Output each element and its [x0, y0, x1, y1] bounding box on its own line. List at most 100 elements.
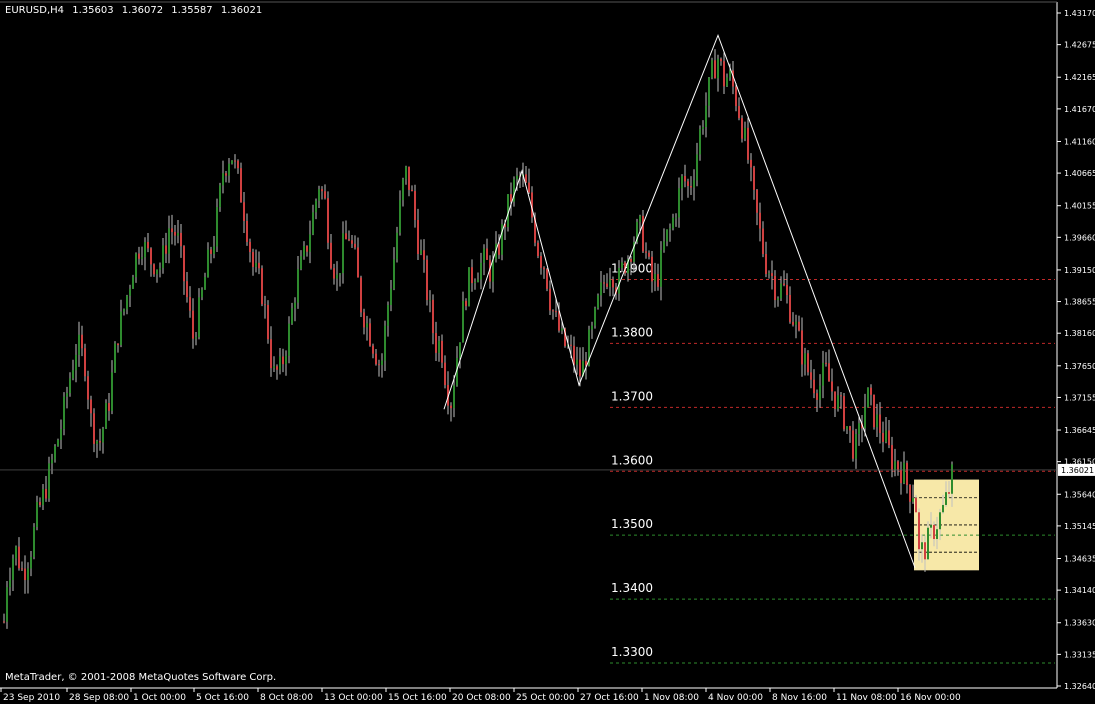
- candle-body: [738, 106, 740, 119]
- symbol-name: EURUSD,H4: [5, 5, 65, 16]
- candle-body: [543, 267, 545, 270]
- candle-body: [858, 423, 860, 435]
- candle-body: [462, 300, 464, 343]
- candle-body: [318, 189, 320, 201]
- price-chart[interactable]: 1.3900 1.3800 1.3700 1.3600 1.3500 1.3400 1.33…: [0, 0, 1095, 704]
- candle-body: [924, 542, 926, 560]
- y-tick-label: 1.37650: [1064, 362, 1095, 371]
- candle-body: [321, 189, 323, 192]
- candle-body: [315, 200, 317, 213]
- candle-body: [390, 288, 392, 306]
- candle-body: [693, 180, 695, 188]
- candle-body: [225, 173, 227, 176]
- x-tick-label: 13 Oct 00:00: [324, 693, 383, 703]
- candle-body: [723, 61, 725, 87]
- candle-body: [150, 248, 152, 265]
- candle-body: [261, 268, 263, 305]
- candle-body: [54, 446, 56, 460]
- candle-body: [51, 459, 53, 464]
- candle-body: [945, 492, 947, 505]
- zigzag-line: [443, 33, 916, 568]
- candle-body: [141, 257, 143, 259]
- candle-body: [474, 281, 476, 284]
- candle-body: [93, 413, 95, 444]
- candle-body: [204, 277, 206, 290]
- candle-body: [27, 568, 29, 581]
- y-tick-label: 1.35145: [1064, 522, 1095, 531]
- candle-body: [867, 387, 869, 408]
- candle-body: [561, 328, 563, 331]
- candle-body: [90, 399, 92, 414]
- candle-body: [342, 233, 344, 274]
- candle-body: [237, 160, 239, 169]
- candle-body: [327, 198, 329, 243]
- candle-body: [816, 393, 818, 400]
- candle-body: [651, 256, 653, 282]
- candle-body: [528, 182, 530, 193]
- x-tick-label: 28 Sep 08:00: [69, 693, 129, 703]
- y-tick-label: 1.40155: [1064, 202, 1095, 211]
- candle-body: [429, 299, 431, 301]
- candle-body: [198, 297, 200, 338]
- candle-body: [930, 524, 932, 528]
- candle-body: [393, 259, 395, 289]
- candle-body: [330, 242, 332, 269]
- candle-body: [753, 167, 755, 190]
- candle-body: [621, 262, 623, 268]
- candle-body: [189, 297, 191, 311]
- candle-body: [648, 252, 650, 257]
- candle-body: [570, 344, 572, 346]
- candle-body: [276, 366, 278, 370]
- candle-body: [762, 228, 764, 255]
- candle-body: [687, 181, 689, 186]
- y-tick-label: 1.41160: [1064, 137, 1095, 146]
- candle-body: [36, 502, 38, 528]
- candle-body: [423, 250, 425, 260]
- candle-body: [81, 334, 83, 349]
- candle-body: [135, 253, 137, 278]
- level-label: 1.3300: [611, 645, 653, 659]
- axes: 1.43170 1.42675 1.42165 1.41670 1.41160 1.406…: [0, 1, 1095, 703]
- candle-body: [99, 440, 101, 443]
- candle-body: [720, 58, 722, 62]
- candle-body: [915, 497, 917, 513]
- candle-body: [555, 311, 557, 313]
- candle-body: [6, 587, 8, 622]
- candle-body: [483, 248, 485, 263]
- candle-body: [387, 305, 389, 326]
- candle-body: [408, 166, 410, 190]
- candle-body: [792, 321, 794, 325]
- candle-body: [807, 353, 809, 373]
- candle-body: [552, 310, 554, 312]
- candle-body: [69, 378, 71, 394]
- candle-body: [453, 385, 455, 409]
- candle-body: [900, 469, 902, 484]
- candle-body: [663, 241, 665, 251]
- candle-body: [918, 512, 920, 550]
- candle-body: [630, 259, 632, 262]
- candle-body: [948, 492, 950, 494]
- candle-body: [114, 343, 116, 373]
- candle-body: [174, 231, 176, 236]
- candle-body: [411, 189, 413, 192]
- candle-body: [24, 568, 26, 581]
- candle-body: [285, 355, 287, 365]
- candle-body: [171, 228, 173, 232]
- candle-body: [840, 395, 842, 397]
- candle-body: [246, 220, 248, 242]
- candle-body: [660, 250, 662, 287]
- candle-body: [366, 323, 368, 328]
- candle-body: [594, 307, 596, 326]
- candle-body: [879, 414, 881, 433]
- candle-body: [708, 77, 710, 106]
- y-tick-label: 1.33135: [1064, 650, 1095, 659]
- candle-body: [789, 294, 791, 322]
- candle-body: [12, 558, 14, 581]
- candle-body: [759, 212, 761, 229]
- ohlc-close: 1.36021: [220, 5, 263, 16]
- level-label: 1.3800: [611, 325, 653, 339]
- candle-body: [756, 189, 758, 213]
- candle-body: [927, 527, 929, 560]
- candle-body: [681, 176, 683, 189]
- candle-body: [600, 282, 602, 296]
